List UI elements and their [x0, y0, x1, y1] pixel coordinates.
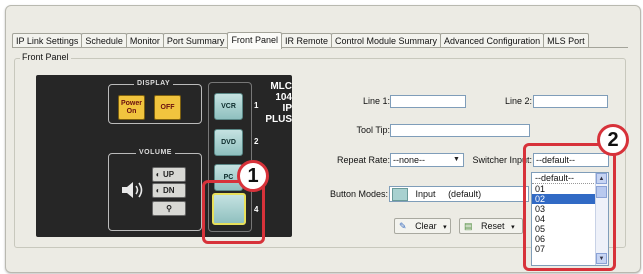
- dropdown-arrow-icon[interactable]: ▼: [451, 155, 462, 165]
- model-line-1: MLC 104: [270, 81, 292, 103]
- tab-front-panel[interactable]: Front Panel: [227, 32, 282, 49]
- tooltip-label: Tool Tip:: [356, 125, 390, 135]
- device-model: MLC 104 IP PLUS: [256, 81, 292, 125]
- mode-name: Input: [415, 189, 436, 199]
- tab-schedule[interactable]: Schedule: [81, 33, 127, 48]
- clear-dropdown-icon[interactable]: ▾: [443, 224, 447, 231]
- line1-input[interactable]: [390, 95, 466, 108]
- tab-port-summary[interactable]: Port Summary: [162, 33, 229, 48]
- tab-advanced-configuration[interactable]: Advanced Configuration: [440, 33, 545, 48]
- volume-section-title: VOLUME: [136, 149, 175, 156]
- up-arrow-icon: ◐: [155, 170, 161, 179]
- tab-monitor[interactable]: Monitor: [125, 33, 164, 48]
- button-modes-field[interactable]: Input (default): [389, 186, 529, 202]
- input-number-2: 2: [254, 137, 259, 146]
- callout-number-1: 1: [237, 160, 269, 192]
- mute-button[interactable]: ⚲: [152, 201, 186, 216]
- display-section-title: DISPLAY: [134, 80, 174, 87]
- tab-ir-remote[interactable]: IR Remote: [280, 33, 332, 48]
- model-line-2: IP PLUS: [265, 103, 292, 125]
- tab-ip-link-settings[interactable]: IP Link Settings: [12, 33, 83, 48]
- line2-label: Line 2:: [504, 96, 532, 106]
- button-modes-label: Button Modes:: [329, 189, 388, 199]
- volume-up-button[interactable]: ◐ UP: [152, 167, 186, 182]
- volume-down-button[interactable]: ◐ DN: [152, 183, 186, 198]
- mode-color-swatch: [392, 188, 408, 202]
- tab-strip: IP Link Settings Schedule Monitor Port S…: [12, 32, 589, 49]
- reset-dropdown-icon[interactable]: ▾: [511, 224, 515, 231]
- tooltip-input[interactable]: [390, 124, 530, 137]
- callout-number-2: 2: [597, 124, 629, 156]
- volume-up-label: UP: [163, 170, 175, 179]
- tab-control-module-summary[interactable]: Control Module Summary: [330, 33, 442, 48]
- input-button-vcr[interactable]: VCR: [214, 93, 243, 120]
- down-arrow-icon: ◐: [155, 186, 161, 195]
- off-button[interactable]: OFF: [154, 95, 181, 120]
- document-icon: ▤: [464, 221, 473, 231]
- front-panel-group-title: Front Panel: [20, 52, 71, 62]
- speaker-icon: [120, 179, 146, 203]
- broom-icon: ✎: [399, 221, 407, 231]
- power-on-button[interactable]: Power On: [118, 95, 145, 120]
- repeat-rate-select[interactable]: --none-- ▼: [390, 153, 464, 167]
- input-button-dvd[interactable]: DVD: [214, 129, 243, 156]
- clear-button-label: Clear: [415, 221, 437, 231]
- callout-box-2: [523, 143, 616, 271]
- line1-label: Line 1:: [362, 96, 390, 106]
- reset-button-label: Reset: [481, 221, 505, 231]
- tab-divider: [12, 47, 628, 48]
- reset-button[interactable]: ▤ Reset ▾: [459, 218, 523, 234]
- repeat-rate-value: --none--: [393, 155, 426, 165]
- mode-default-note: (default): [448, 189, 482, 199]
- line2-input[interactable]: [533, 95, 608, 108]
- tab-mls-port[interactable]: MLS Port: [543, 33, 589, 48]
- clear-button[interactable]: ✎ Clear ▾: [394, 218, 451, 234]
- mute-icon: ⚲: [166, 204, 172, 213]
- volume-down-label: DN: [163, 186, 175, 195]
- repeat-rate-label: Repeat Rate:: [336, 155, 390, 165]
